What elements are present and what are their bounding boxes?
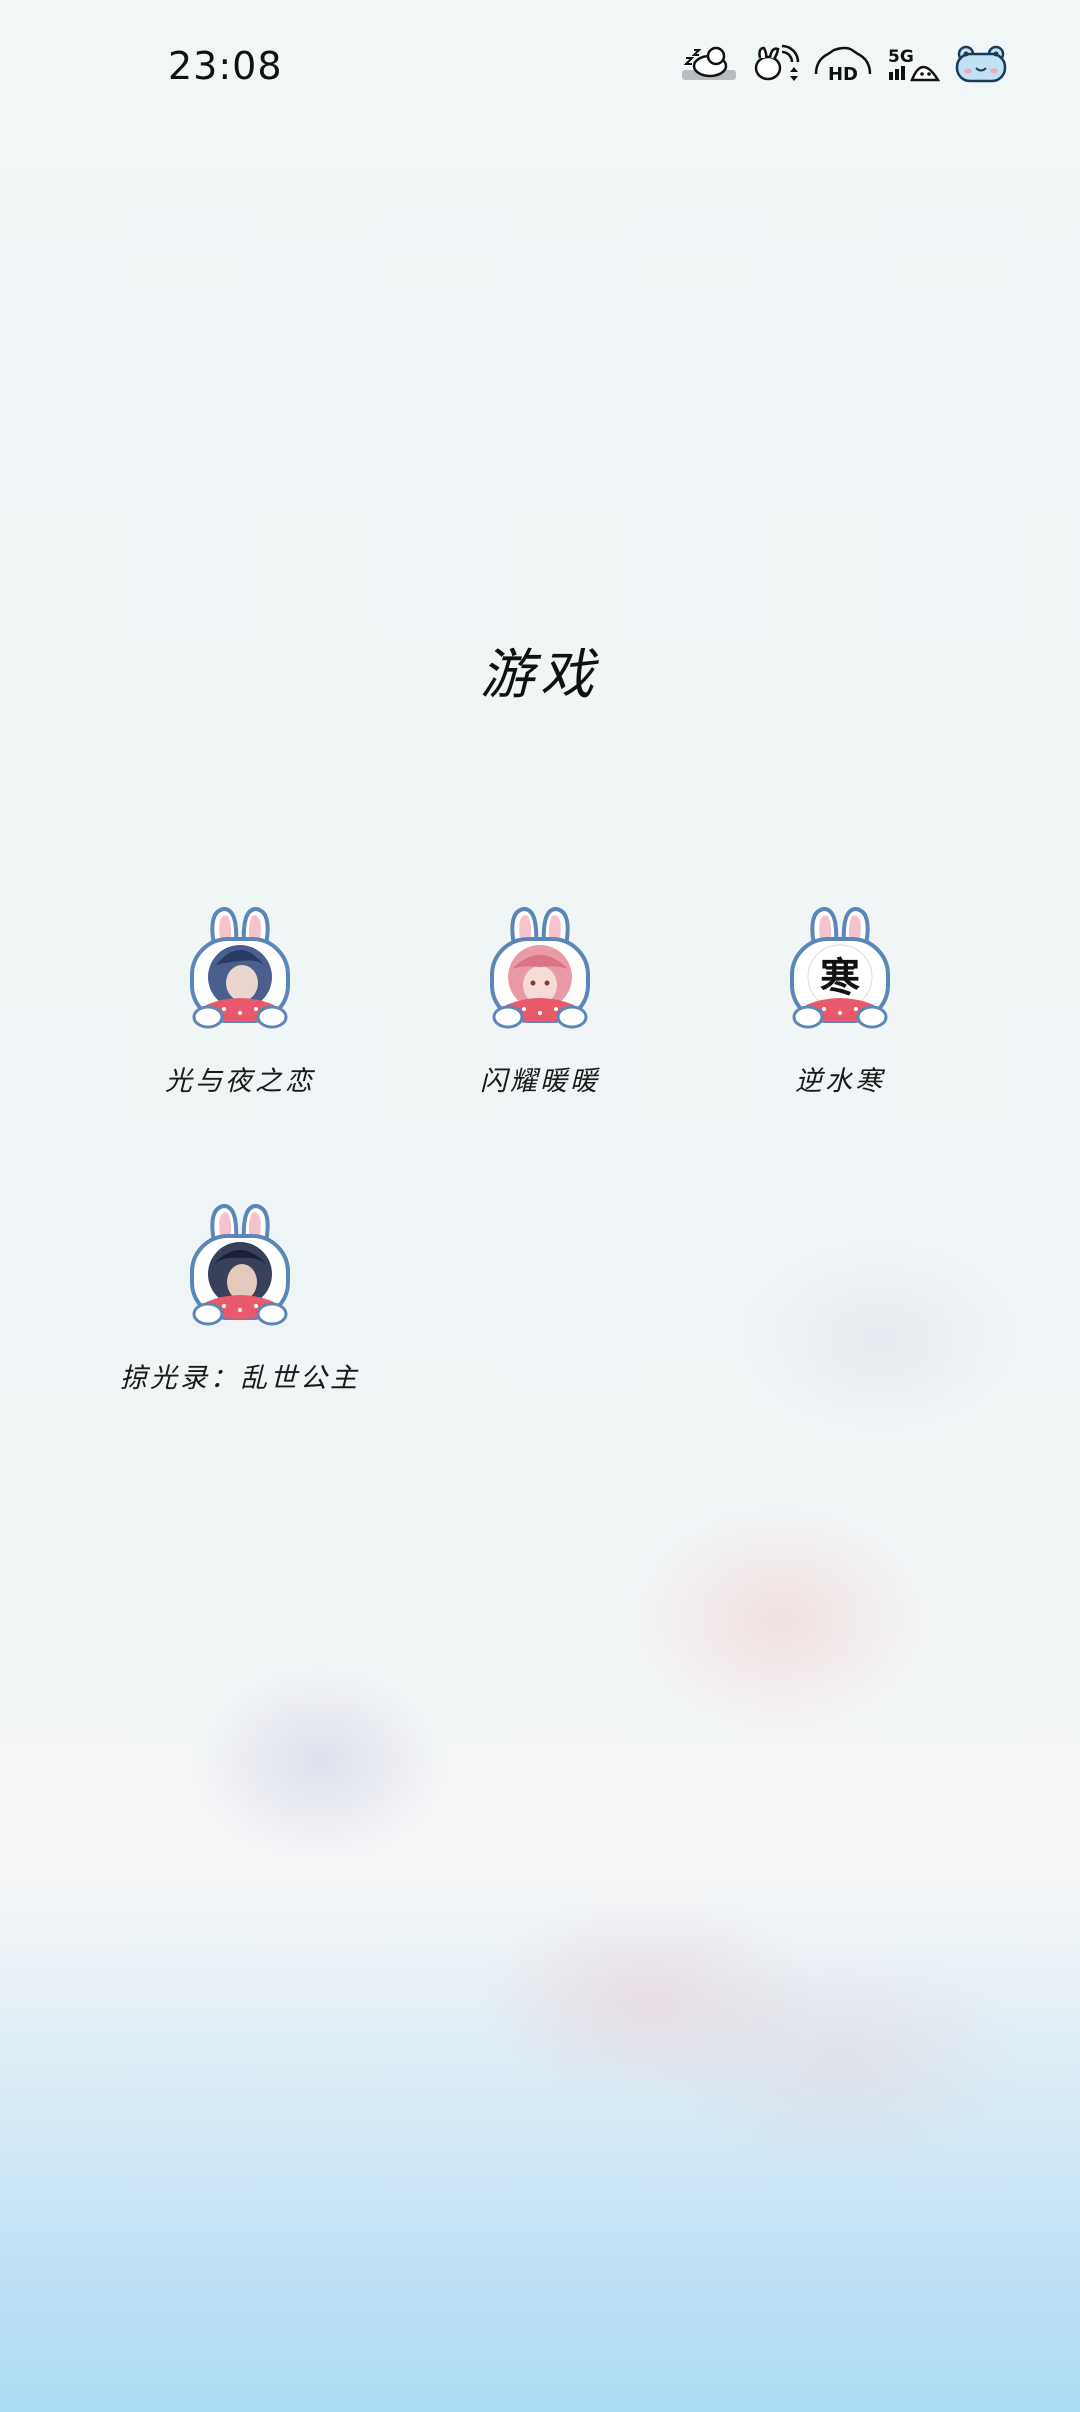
app-light-and-night[interactable]: 光与夜之恋 bbox=[90, 905, 390, 1165]
justice-icon: 寒 bbox=[790, 906, 890, 1029]
signal-5g-icon: 5G bbox=[888, 47, 941, 82]
app-label: 闪耀暖暖 bbox=[480, 1066, 600, 1097]
svg-text:HD: HD bbox=[828, 64, 858, 84]
app-princess-chronicle[interactable]: 掠光录：乱世公主 bbox=[90, 1202, 390, 1462]
svg-text:寒: 寒 bbox=[820, 954, 860, 1001]
shining-nikki-icon bbox=[490, 906, 590, 1029]
app-label: 掠光录：乱世公主 bbox=[120, 1363, 360, 1394]
hd-call-icon: HD bbox=[814, 46, 872, 84]
app-shining-nikki[interactable]: 闪耀暖暖 bbox=[390, 905, 690, 1165]
status-icons: HD 5G bbox=[680, 44, 1008, 84]
battery-icon bbox=[955, 45, 1007, 83]
app-label: 逆水寒 bbox=[795, 1066, 885, 1097]
svg-text:5G: 5G bbox=[888, 47, 914, 67]
app-justice[interactable]: 寒 逆水寒 bbox=[690, 905, 990, 1165]
princess-chronicle-icon bbox=[190, 1203, 290, 1326]
do-not-disturb-icon bbox=[682, 46, 736, 80]
light-and-night-icon bbox=[190, 906, 290, 1029]
folder-title: 游戏 bbox=[480, 643, 600, 706]
status-time: 23:08 bbox=[168, 44, 283, 88]
wifi-icon bbox=[754, 44, 800, 81]
status-bar: 23:08 HD 5G bbox=[0, 0, 1080, 140]
app-label: 光与夜之恋 bbox=[165, 1066, 315, 1097]
